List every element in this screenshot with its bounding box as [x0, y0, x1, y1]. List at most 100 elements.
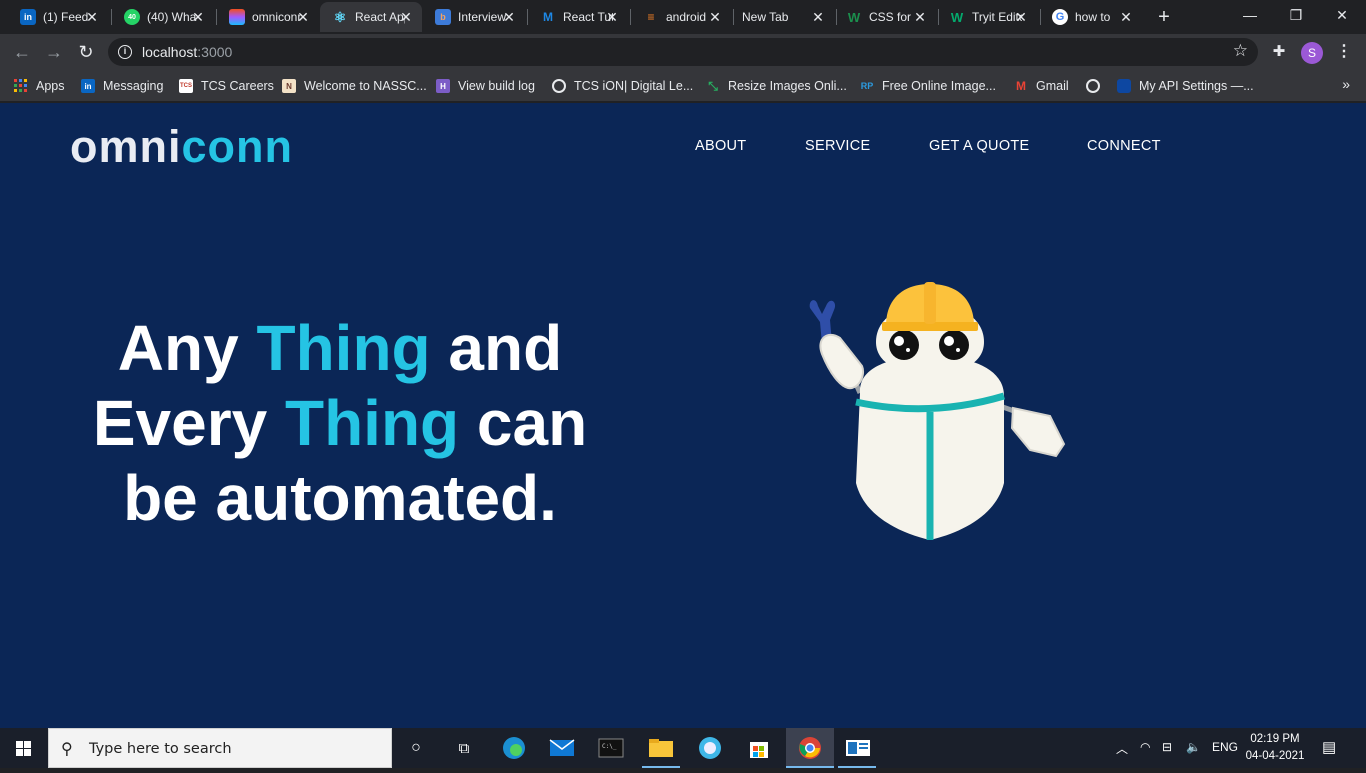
tab-tryit-editor[interactable]: W Tryit Editor ✕	[937, 2, 1037, 32]
figma-icon	[229, 9, 245, 25]
nav-connect[interactable]: CONNECT	[1087, 138, 1161, 154]
mail-icon[interactable]	[548, 734, 576, 762]
site-info-icon[interactable]: i	[118, 45, 132, 59]
close-icon[interactable]: ✕	[501, 9, 517, 25]
start-button[interactable]	[0, 728, 48, 768]
tab-react-app[interactable]: ⚛ React App ✕	[320, 2, 422, 32]
stackoverflow-icon: ≡	[647, 10, 655, 24]
task-view-icon[interactable]: ⧉	[450, 734, 478, 762]
url-host: localhost	[142, 44, 198, 60]
profile-avatar[interactable]: S	[1301, 42, 1323, 64]
tab-whatsapp[interactable]: 40 (40) WhatsApp ✕	[112, 2, 214, 32]
bookmark-label: TCS Careers	[201, 79, 274, 93]
chrome-icon[interactable]	[796, 734, 824, 762]
new-tab-button[interactable]: +	[1153, 7, 1175, 29]
browser-menu-icon[interactable]: ⋮	[1336, 42, 1352, 62]
terminal-icon[interactable]: C:\_	[597, 734, 625, 762]
tab-react-tutorial[interactable]: M React Tutorial ✕	[528, 2, 628, 32]
interview-icon: b	[435, 9, 451, 25]
tab-omniconn-figma[interactable]: omniconn ✕	[217, 2, 319, 32]
bookmark-globe[interactable]	[1086, 76, 1108, 96]
bookmark-apps[interactable]: Apps	[14, 76, 65, 96]
power-icon[interactable]: ⊟	[1162, 740, 1172, 754]
close-icon[interactable]: ✕	[604, 9, 620, 25]
close-icon[interactable]: ✕	[1118, 9, 1134, 25]
tab-google-search[interactable]: G how to ✕	[1040, 2, 1142, 32]
bookmark-messaging[interactable]: in Messaging	[81, 76, 163, 96]
linkedin-icon: in	[81, 79, 95, 93]
cortana-icon[interactable]: ○	[402, 734, 430, 762]
extensions-puzzle-icon[interactable]: ✚	[1270, 43, 1288, 61]
bookmark-nasscom[interactable]: N Welcome to NASSC...	[282, 76, 427, 96]
heroku-icon: H	[436, 79, 450, 93]
minimize-button[interactable]: —	[1230, 4, 1270, 28]
nav-get-a-quote[interactable]: GET A QUOTE	[929, 138, 1030, 154]
bookmark-resize-images[interactable]: ⤡ Resize Images Onli...	[706, 76, 847, 96]
taskbar-search-box[interactable]: ⚲ Type here to search	[48, 728, 392, 768]
close-icon[interactable]: ✕	[295, 9, 311, 25]
taskbar-clock[interactable]: 02:19 PM 04-04-2021	[1240, 731, 1310, 765]
restore-button[interactable]: ❐	[1276, 4, 1316, 28]
google-icon: G	[1052, 9, 1068, 25]
address-bar[interactable]: i localhost:3000 ☆	[108, 38, 1258, 66]
tab-interview[interactable]: b Interview ✕	[423, 2, 525, 32]
volume-icon[interactable]: 🔈	[1186, 740, 1201, 754]
bookmark-tcs-ion[interactable]: TCS iON| Digital Le...	[552, 76, 693, 96]
bookmark-build-log[interactable]: H View build log	[436, 76, 535, 96]
notification-center-icon[interactable]: ▤	[1322, 738, 1336, 756]
tab-title: New Tab	[742, 10, 789, 24]
close-icon[interactable]: ✕	[1013, 9, 1029, 25]
clock-time: 02:19 PM	[1250, 733, 1300, 745]
bookmark-free-online-image[interactable]: RP Free Online Image...	[860, 76, 996, 96]
bookmark-gmail[interactable]: M Gmail	[1014, 76, 1069, 96]
browser-tab-strip: in (1) Feed ✕ 40 (40) WhatsApp ✕ omnicon…	[0, 0, 1366, 34]
close-icon[interactable]: ✕	[398, 9, 414, 25]
react-tutorial-icon: M	[543, 10, 553, 24]
apps-grid-icon	[14, 79, 28, 93]
tab-stackoverflow-android[interactable]: ≡ android ✕	[631, 2, 731, 32]
url-text[interactable]: localhost:3000	[142, 44, 232, 60]
hero-line-1: Any Thing and	[117, 312, 563, 384]
photos-icon[interactable]	[696, 734, 724, 762]
file-explorer-icon[interactable]	[647, 734, 675, 762]
bookmark-tcs-careers[interactable]: TCS TCS Careers	[179, 76, 274, 96]
robot-right-hand	[1010, 406, 1066, 458]
bookmark-api-settings[interactable]: My API Settings —...	[1117, 76, 1254, 96]
globe-icon	[552, 79, 566, 93]
whatsapp-icon: 40	[124, 9, 140, 25]
close-icon[interactable]: ✕	[84, 9, 100, 25]
logo-part-conn: conn	[181, 121, 293, 172]
tab-new-tab[interactable]: New Tab ✕	[730, 2, 834, 32]
hero-line-2: Every Thing can	[92, 387, 588, 459]
globe-icon	[1086, 79, 1100, 93]
store-icon[interactable]	[745, 734, 773, 762]
reload-button[interactable]: ↻	[74, 40, 98, 64]
bookmark-label: View build log	[458, 79, 535, 93]
close-icon[interactable]: ✕	[810, 9, 826, 25]
w3schools-icon: W	[950, 9, 964, 25]
close-window-button[interactable]: ✕	[1322, 4, 1362, 28]
close-icon[interactable]: ✕	[190, 9, 206, 25]
robot-left-hand	[819, 333, 864, 390]
site-logo[interactable]: omniconn	[70, 121, 293, 173]
edge-icon[interactable]	[500, 734, 528, 762]
bookmark-star-icon[interactable]: ☆	[1233, 41, 1248, 61]
forward-button[interactable]: →	[42, 40, 66, 64]
app-window-icon[interactable]	[844, 734, 872, 762]
nav-service[interactable]: SERVICE	[805, 138, 871, 154]
tab-title: android	[666, 10, 707, 24]
nasscom-icon: N	[282, 79, 296, 93]
tab-css[interactable]: W CSS for ✕	[834, 2, 936, 32]
bookmarks-overflow-icon[interactable]: »	[1342, 76, 1350, 92]
nav-about[interactable]: ABOUT	[695, 138, 746, 154]
language-indicator[interactable]: ENG	[1212, 740, 1238, 754]
close-icon[interactable]: ✕	[912, 9, 928, 25]
back-button[interactable]: ←	[10, 40, 34, 64]
close-icon[interactable]: ✕	[707, 9, 723, 25]
bookmark-label: Welcome to NASSC...	[304, 79, 427, 93]
tab-linkedin-feed[interactable]: in (1) Feed ✕	[8, 2, 108, 32]
w-icon: W	[847, 9, 861, 25]
tray-overflow-icon[interactable]: ︿	[1116, 740, 1128, 757]
clock-date: 04-04-2021	[1245, 750, 1305, 762]
wifi-icon[interactable]: ◠	[1140, 740, 1150, 754]
